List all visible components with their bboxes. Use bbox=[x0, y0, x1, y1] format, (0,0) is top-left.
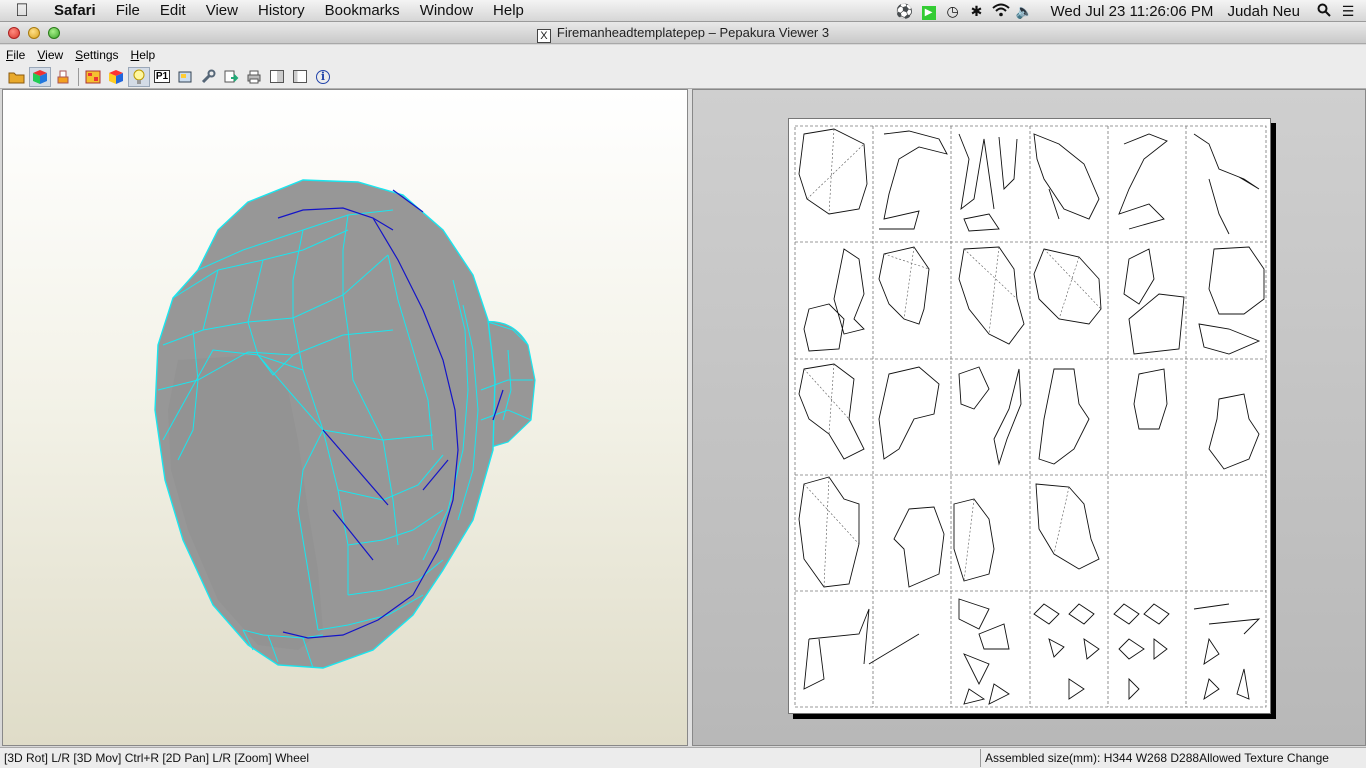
single-page-icon[interactable] bbox=[266, 67, 288, 87]
wrench-icon[interactable] bbox=[197, 67, 219, 87]
page-number-icon[interactable]: P1 bbox=[151, 67, 173, 87]
volume-icon[interactable]: 🔈 bbox=[1013, 3, 1037, 20]
pattern-sheet[interactable] bbox=[788, 118, 1271, 714]
3d-view-icon[interactable] bbox=[29, 66, 51, 87]
two-page-icon[interactable] bbox=[289, 67, 311, 87]
app-menu-file[interactable]: File bbox=[0, 48, 31, 62]
pattern-layout-canvas[interactable] bbox=[789, 119, 1272, 715]
print-icon[interactable] bbox=[52, 67, 74, 87]
soccer-ball-icon[interactable]: ⚽ bbox=[893, 3, 917, 20]
menu-file[interactable]: File bbox=[106, 2, 150, 19]
page-number-label: P1 bbox=[153, 70, 171, 83]
menubar-clock[interactable]: Wed Jul 23 11:26:06 PM bbox=[1037, 3, 1224, 20]
status-bar: [3D Rot] L/R [3D Mov] Ctrl+R [2D Pan] L/… bbox=[0, 747, 1366, 768]
app-menu-help-mnemonic: H bbox=[130, 48, 140, 62]
export-icon[interactable] bbox=[220, 67, 242, 87]
info-label: i bbox=[316, 69, 330, 84]
apple-menu-icon[interactable]:  bbox=[0, 0, 44, 21]
menu-bookmarks[interactable]: Bookmarks bbox=[315, 2, 410, 19]
layout-icon[interactable] bbox=[174, 67, 196, 87]
menubar-user[interactable]: Judah Neu bbox=[1223, 3, 1312, 20]
two-page-shape bbox=[293, 70, 307, 83]
app-menu-settings-rest: ettings bbox=[83, 48, 119, 62]
x11-app-icon: X bbox=[536, 29, 551, 43]
info-icon[interactable]: i bbox=[312, 67, 334, 87]
app-menu-view-rest: iew bbox=[45, 48, 64, 62]
3d-model-canvas[interactable] bbox=[3, 90, 689, 747]
zoom-window-button[interactable] bbox=[48, 27, 60, 39]
open-folder-icon[interactable] bbox=[6, 67, 28, 87]
spotlight-search-icon[interactable] bbox=[1312, 3, 1336, 20]
light-bulb-icon[interactable] bbox=[128, 66, 150, 87]
app-menu-view[interactable]: View bbox=[31, 48, 69, 62]
notification-list-icon[interactable]: ☰ bbox=[1336, 3, 1360, 20]
window-title: Firemanheadtemplatepep – Pepakura Viewer… bbox=[556, 25, 830, 40]
pattern-parts bbox=[798, 128, 1265, 705]
app-menu-help[interactable]: Help bbox=[125, 48, 162, 62]
single-page-shape bbox=[270, 70, 284, 83]
mac-menubar:  Safari File Edit View History Bookmark… bbox=[0, 0, 1366, 22]
menu-edit[interactable]: Edit bbox=[150, 2, 196, 19]
app-menu-help-rest: elp bbox=[139, 48, 156, 62]
toolbar-separator bbox=[78, 67, 79, 86]
menu-app-name[interactable]: Safari bbox=[44, 2, 106, 19]
fireman-head-mesh bbox=[154, 179, 536, 669]
minimize-window-button[interactable] bbox=[28, 27, 40, 39]
close-window-button[interactable] bbox=[8, 27, 20, 39]
color-cube-icon[interactable] bbox=[105, 67, 127, 87]
menu-window[interactable]: Window bbox=[410, 2, 483, 19]
app-menu-settings[interactable]: Settings bbox=[69, 48, 124, 62]
app-menu-bar: File View Settings Help bbox=[0, 45, 1366, 65]
menu-view[interactable]: View bbox=[196, 2, 248, 19]
2d-pattern-pane[interactable] bbox=[692, 89, 1366, 746]
3d-view-pane[interactable] bbox=[2, 89, 688, 746]
app-menu-settings-mnemonic: S bbox=[75, 48, 84, 62]
status-hint-text: [3D Rot] L/R [3D Mov] Ctrl+R [2D Pan] L/… bbox=[4, 751, 310, 765]
bluetooth-icon[interactable]: ✱ bbox=[965, 3, 989, 20]
2d-view-icon[interactable] bbox=[82, 67, 104, 87]
page-grid-lines bbox=[794, 125, 1267, 708]
printer-icon[interactable] bbox=[243, 67, 265, 87]
toolbar: P1 i bbox=[0, 65, 1366, 89]
time-machine-icon[interactable]: ◷ bbox=[941, 3, 965, 20]
wifi-icon[interactable] bbox=[989, 3, 1013, 20]
play-icon[interactable]: ▶ bbox=[917, 2, 941, 20]
menu-history[interactable]: History bbox=[248, 2, 315, 19]
menu-help[interactable]: Help bbox=[483, 2, 534, 19]
app-menu-view-mnemonic: V bbox=[37, 48, 46, 62]
status-assembled-size: Assembled size(mm): H344 W268 D288Allowe… bbox=[980, 749, 1366, 767]
window-titlebar: X Firemanheadtemplatepep – Pepakura Viewe… bbox=[0, 22, 1366, 44]
app-menu-file-rest: ile bbox=[13, 48, 26, 62]
